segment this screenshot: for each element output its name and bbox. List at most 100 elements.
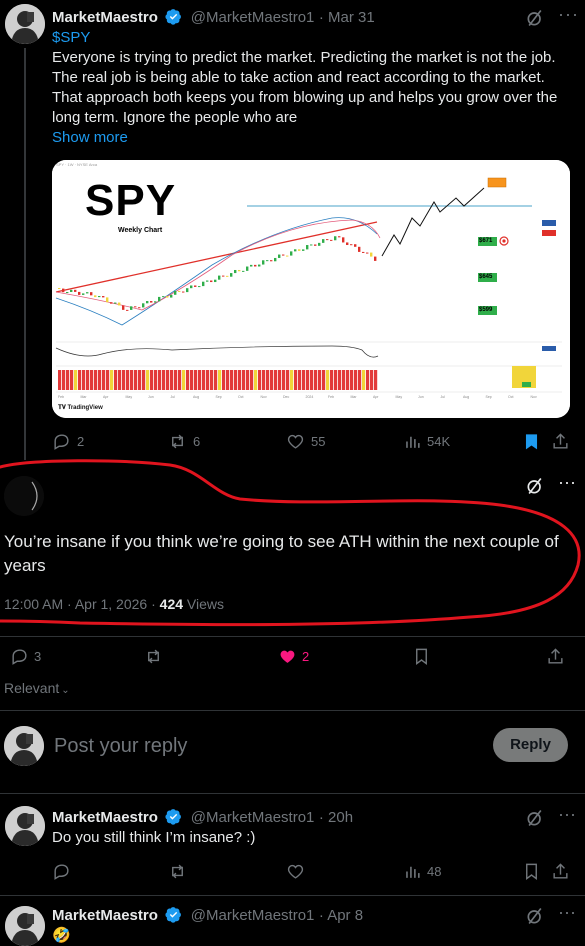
candle [114,302,117,304]
cashtag-link[interactable]: $SPY [52,28,572,48]
indicator-bar [174,370,178,390]
share-icon[interactable] [546,647,565,666]
indicator-bar [118,370,122,390]
indicator-bar [306,370,310,390]
indicator-bar [106,370,110,390]
views-icon [406,866,420,878]
candle [90,292,93,296]
sort-filter[interactable]: Relevant ⌄ [4,680,70,696]
chart-subtitle: Weekly Chart [118,227,163,234]
candle [338,236,341,238]
like-button[interactable]: 55 [286,432,325,451]
indicator-bar [162,370,166,390]
reply-submit-button[interactable]: Reply [493,728,568,762]
reply-compose-input[interactable]: Post your reply [54,735,187,758]
reply-icon [54,434,69,450]
indicator-bar [114,370,118,390]
candle [358,246,361,252]
timestamp[interactable]: Apr 8 [327,907,363,924]
share-icon[interactable] [551,862,570,881]
divider [0,793,585,794]
indicator-bar [198,370,202,390]
candle [202,281,205,287]
avatar[interactable] [5,806,45,846]
candle [154,301,157,303]
tweet-image[interactable]: SPY · 1W · NYSE Arca Feb Mar Apr May Jun Jul A… [52,160,570,418]
display-name[interactable]: MarketMaestro [52,809,158,826]
timestamp[interactable]: Mar 31 [328,9,375,26]
like-button[interactable]: 2 [278,647,309,666]
chart-title: SPY [85,176,177,225]
candle [222,275,225,277]
indicator-bar [186,370,190,390]
display-name[interactable]: MarketMaestro [52,907,158,924]
candle [158,296,161,302]
candle [282,254,285,256]
indicator-bar [258,370,262,390]
candle [350,244,353,246]
indicator-bar [290,370,294,390]
repost-icon[interactable] [168,862,187,881]
indicator-bar [254,370,258,390]
candle [346,242,349,246]
handle[interactable]: @MarketMaestro1 [191,809,315,826]
verified-badge-icon [165,809,182,825]
views-icon [406,436,420,448]
indicator-bar [286,370,290,390]
indicator-bar [70,370,74,390]
candle [186,288,189,293]
share-icon[interactable] [551,432,570,451]
candle [206,280,209,282]
candle [326,239,329,241]
candle [74,289,77,292]
views-button[interactable]: 54K [403,432,450,451]
bookmark-icon[interactable] [412,647,431,666]
bookmark-icon[interactable] [522,862,541,881]
candle [302,249,305,251]
reply-button[interactable] [52,862,71,881]
timestamp[interactable]: 20h [328,809,353,826]
more-icon[interactable]: ··· [558,804,576,825]
indicator-bar [170,370,174,390]
bookmark-icon[interactable] [522,432,541,451]
handle[interactable]: @MarketMaestro1 [191,9,315,26]
verified-badge-icon [165,907,182,923]
candle [118,302,121,306]
reply-button[interactable]: 3 [10,647,41,666]
handle[interactable]: @MarketMaestro1 [191,907,315,924]
repost-icon[interactable] [144,647,163,666]
avatar[interactable] [5,4,45,44]
heart-icon[interactable] [286,862,305,881]
repost-button[interactable]: 6 [168,432,200,451]
x-tick-label: Aug [193,395,199,399]
avatar[interactable] [5,906,45,946]
show-more-link[interactable]: Show more [52,128,572,148]
grok-icon[interactable] [525,8,545,28]
candle [266,260,269,262]
user-avatar[interactable] [4,726,44,766]
x-tick-label: 2024 [306,395,314,399]
candle [366,252,369,254]
target-label-671: $671 [479,238,493,244]
grok-icon[interactable] [525,906,545,926]
more-icon[interactable]: ··· [558,902,576,923]
target-label-599: $599 [479,307,493,313]
candle [306,245,309,250]
candle [218,275,221,280]
x-tick-label: Nov [261,395,267,399]
tweet-text: Everyone is trying to predict the market… [52,49,558,126]
x-tick-label: Jul [441,395,446,399]
reply-button[interactable]: 2 [52,432,84,451]
chevron-down-icon: ⌄ [61,685,70,696]
display-name[interactable]: MarketMaestro [52,9,158,26]
indicator-bar [310,370,314,390]
candle [226,275,229,277]
candle [334,236,337,241]
candle [318,242,321,246]
more-icon[interactable]: ··· [558,4,579,25]
indicator-bar [166,370,170,390]
candle [230,273,233,277]
target-label-645: $645 [479,274,493,280]
grok-icon[interactable] [525,808,545,828]
views-button[interactable]: 48 [403,862,441,881]
